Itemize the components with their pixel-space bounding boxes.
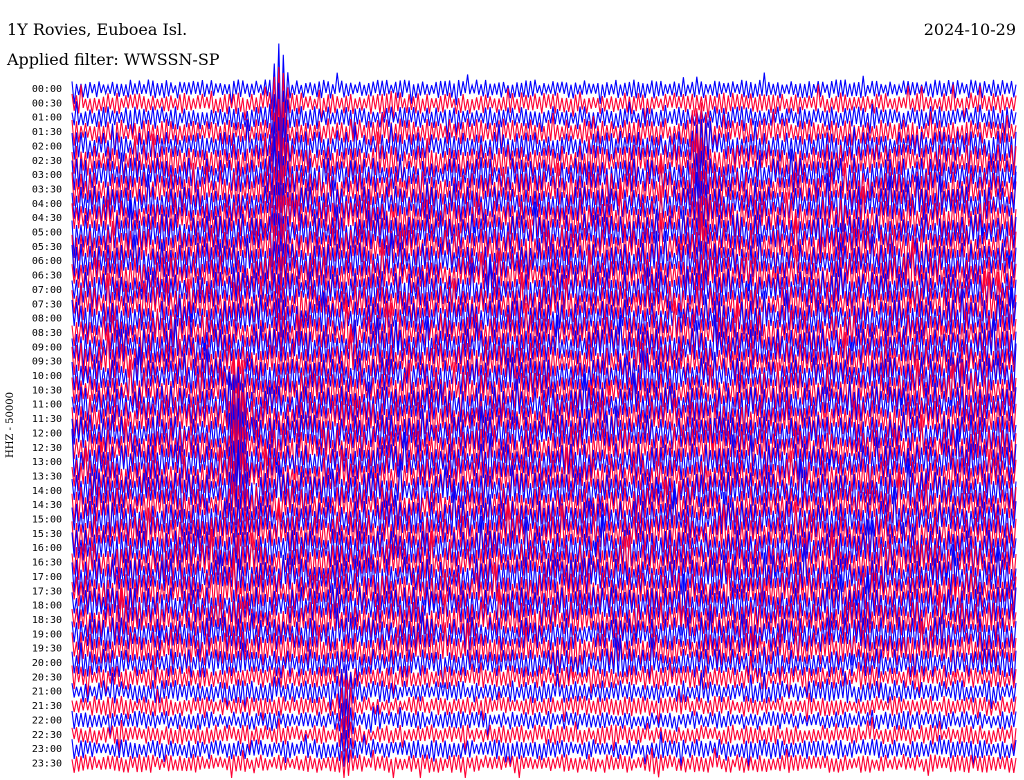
time-tick-label: 12:00: [32, 428, 62, 439]
time-tick-label: 06:00: [32, 256, 62, 267]
time-tick-label: 11:00: [32, 400, 62, 411]
time-tick-label: 08:30: [32, 328, 62, 339]
time-tick-label: 18:30: [32, 615, 62, 626]
time-tick-label: 13:30: [32, 471, 62, 482]
trace-row-2130: [71, 679, 1017, 730]
time-tick-label: 21:00: [32, 687, 62, 698]
time-tick-label: 22:30: [32, 730, 62, 741]
time-tick-label: 11:30: [32, 414, 62, 425]
time-tick-label: 08:00: [32, 314, 62, 325]
time-tick-label: 07:30: [32, 299, 62, 310]
time-tick-label: 06:30: [32, 271, 62, 282]
time-tick-label: 12:30: [32, 443, 62, 454]
time-tick-label: 09:00: [32, 342, 62, 353]
time-tick-label: 10:00: [32, 371, 62, 382]
time-tick-label: 21:30: [32, 701, 62, 712]
time-tick-label: 00:00: [32, 84, 62, 95]
time-tick-label: 19:00: [32, 629, 62, 640]
time-tick-label: 17:30: [32, 586, 62, 597]
time-tick-label: 02:00: [32, 141, 62, 152]
time-tick-label: 14:00: [32, 486, 62, 497]
time-tick-label: 05:30: [32, 242, 62, 253]
time-tick-label: 03:00: [32, 170, 62, 181]
time-tick-label: 20:30: [32, 672, 62, 683]
time-tick-label: 19:30: [32, 644, 62, 655]
time-tick-label: 01:30: [32, 127, 62, 138]
time-tick-label: 02:30: [32, 156, 62, 167]
time-tick-label: 16:00: [32, 543, 62, 554]
time-tick-label: 07:00: [32, 285, 62, 296]
time-tick-label: 15:00: [32, 515, 62, 526]
time-tick-label: 10:30: [32, 385, 62, 396]
time-tick-label: 18:00: [32, 601, 62, 612]
time-tick-label: 22:00: [32, 715, 62, 726]
time-tick-label: 00:30: [32, 98, 62, 109]
time-tick-label: 09:30: [32, 357, 62, 368]
time-tick-label: 04:00: [32, 199, 62, 210]
trace-row-2200: [71, 698, 1017, 740]
time-tick-label: 23:30: [32, 758, 62, 769]
time-tick-label: 20:00: [32, 658, 62, 669]
time-label-layer: 00:00 00:30 01:00 01:30 02:00 02:30 03:00 03:30…: [32, 84, 62, 769]
time-tick-label: 16:30: [32, 558, 62, 569]
helicorder-plot: 00:00 00:30 01:00 01:30 02:00 02:30 03:00 03:30…: [32, 43, 1017, 779]
trace-layer: [71, 43, 1017, 779]
time-tick-label: 04:30: [32, 213, 62, 224]
time-tick-label: 14:30: [32, 500, 62, 511]
time-tick-label: 01:00: [32, 113, 62, 124]
time-tick-label: 05:00: [32, 228, 62, 239]
time-tick-label: 23:00: [32, 744, 62, 755]
time-tick-label: 15:30: [32, 529, 62, 540]
time-tick-label: 03:30: [32, 184, 62, 195]
time-tick-label: 13:00: [32, 457, 62, 468]
time-tick-label: 17:00: [32, 572, 62, 583]
